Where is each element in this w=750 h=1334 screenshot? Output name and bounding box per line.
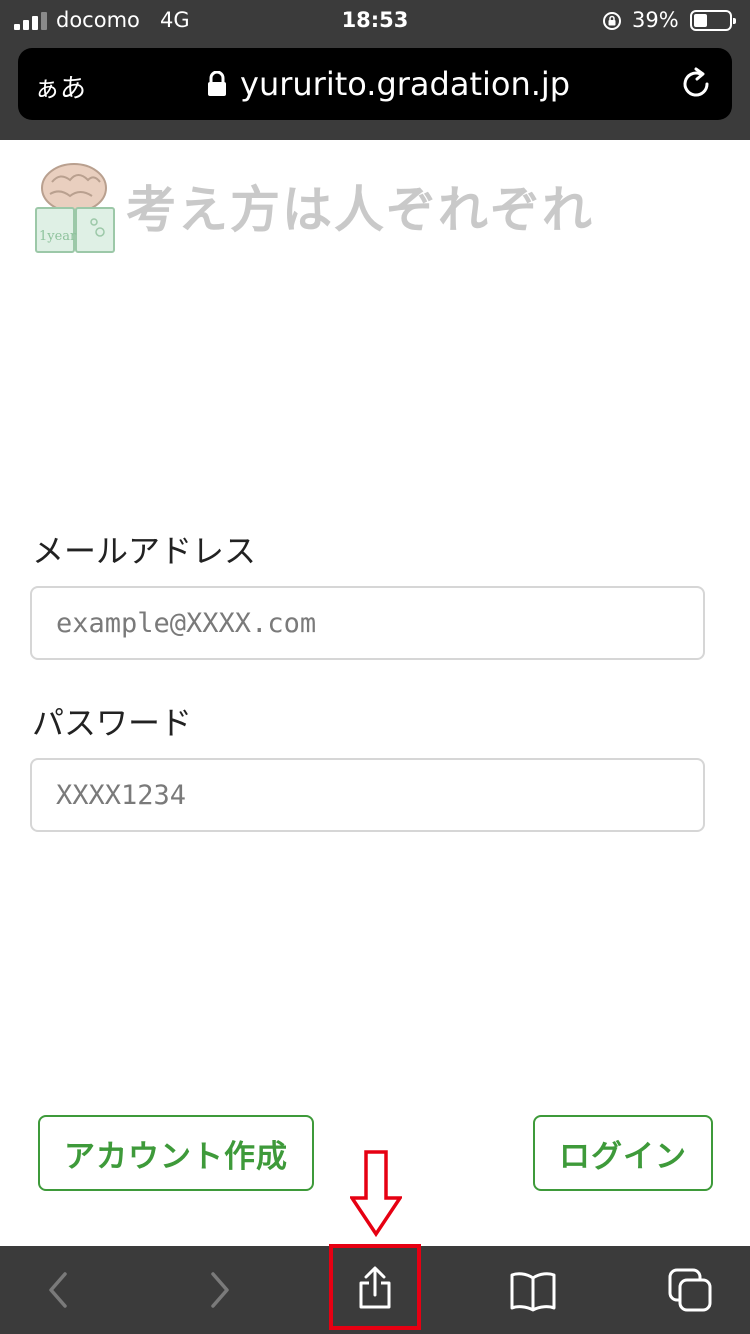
- tabs-icon: [668, 1268, 712, 1312]
- login-button[interactable]: ログイン: [533, 1115, 713, 1191]
- battery-icon: [690, 10, 736, 31]
- back-icon: [49, 1272, 67, 1308]
- password-label: パスワード: [32, 704, 193, 742]
- tabs-button[interactable]: [646, 1246, 736, 1334]
- forward-icon: [211, 1272, 229, 1308]
- email-label: メールアドレス: [32, 532, 257, 570]
- battery-percentage: 39%: [632, 8, 679, 32]
- text-size-button[interactable]: ぁあ: [34, 68, 86, 105]
- browser-top-bar: docomo 4G 18:53 39% ぁあ yururito.gradatio…: [0, 0, 750, 140]
- lock-icon: [208, 71, 226, 96]
- annotation-arrow: [350, 1150, 402, 1238]
- bookmarks-icon: [510, 1272, 556, 1312]
- bookmarks-button[interactable]: [488, 1246, 578, 1334]
- share-icon: [359, 1266, 391, 1309]
- browser-toolbar: [0, 1246, 750, 1334]
- orientation-lock-icon: [603, 12, 621, 30]
- back-button[interactable]: [14, 1246, 104, 1334]
- address-bar[interactable]: ぁあ yururito.gradation.jp: [18, 48, 732, 120]
- status-bar: docomo 4G 18:53 39%: [0, 0, 750, 42]
- svg-text:1year: 1year: [39, 229, 77, 244]
- site-title: 考え方は人ぞれぞれ: [126, 181, 594, 239]
- site-logo: 1year: [35, 163, 115, 253]
- share-button[interactable]: [330, 1246, 420, 1334]
- forward-button[interactable]: [174, 1246, 264, 1334]
- password-field[interactable]: [30, 758, 705, 832]
- url-text[interactable]: yururito.gradation.jp: [240, 65, 570, 103]
- reload-icon[interactable]: [678, 66, 714, 102]
- create-account-button[interactable]: アカウント作成: [38, 1115, 314, 1191]
- email-field[interactable]: [30, 586, 705, 660]
